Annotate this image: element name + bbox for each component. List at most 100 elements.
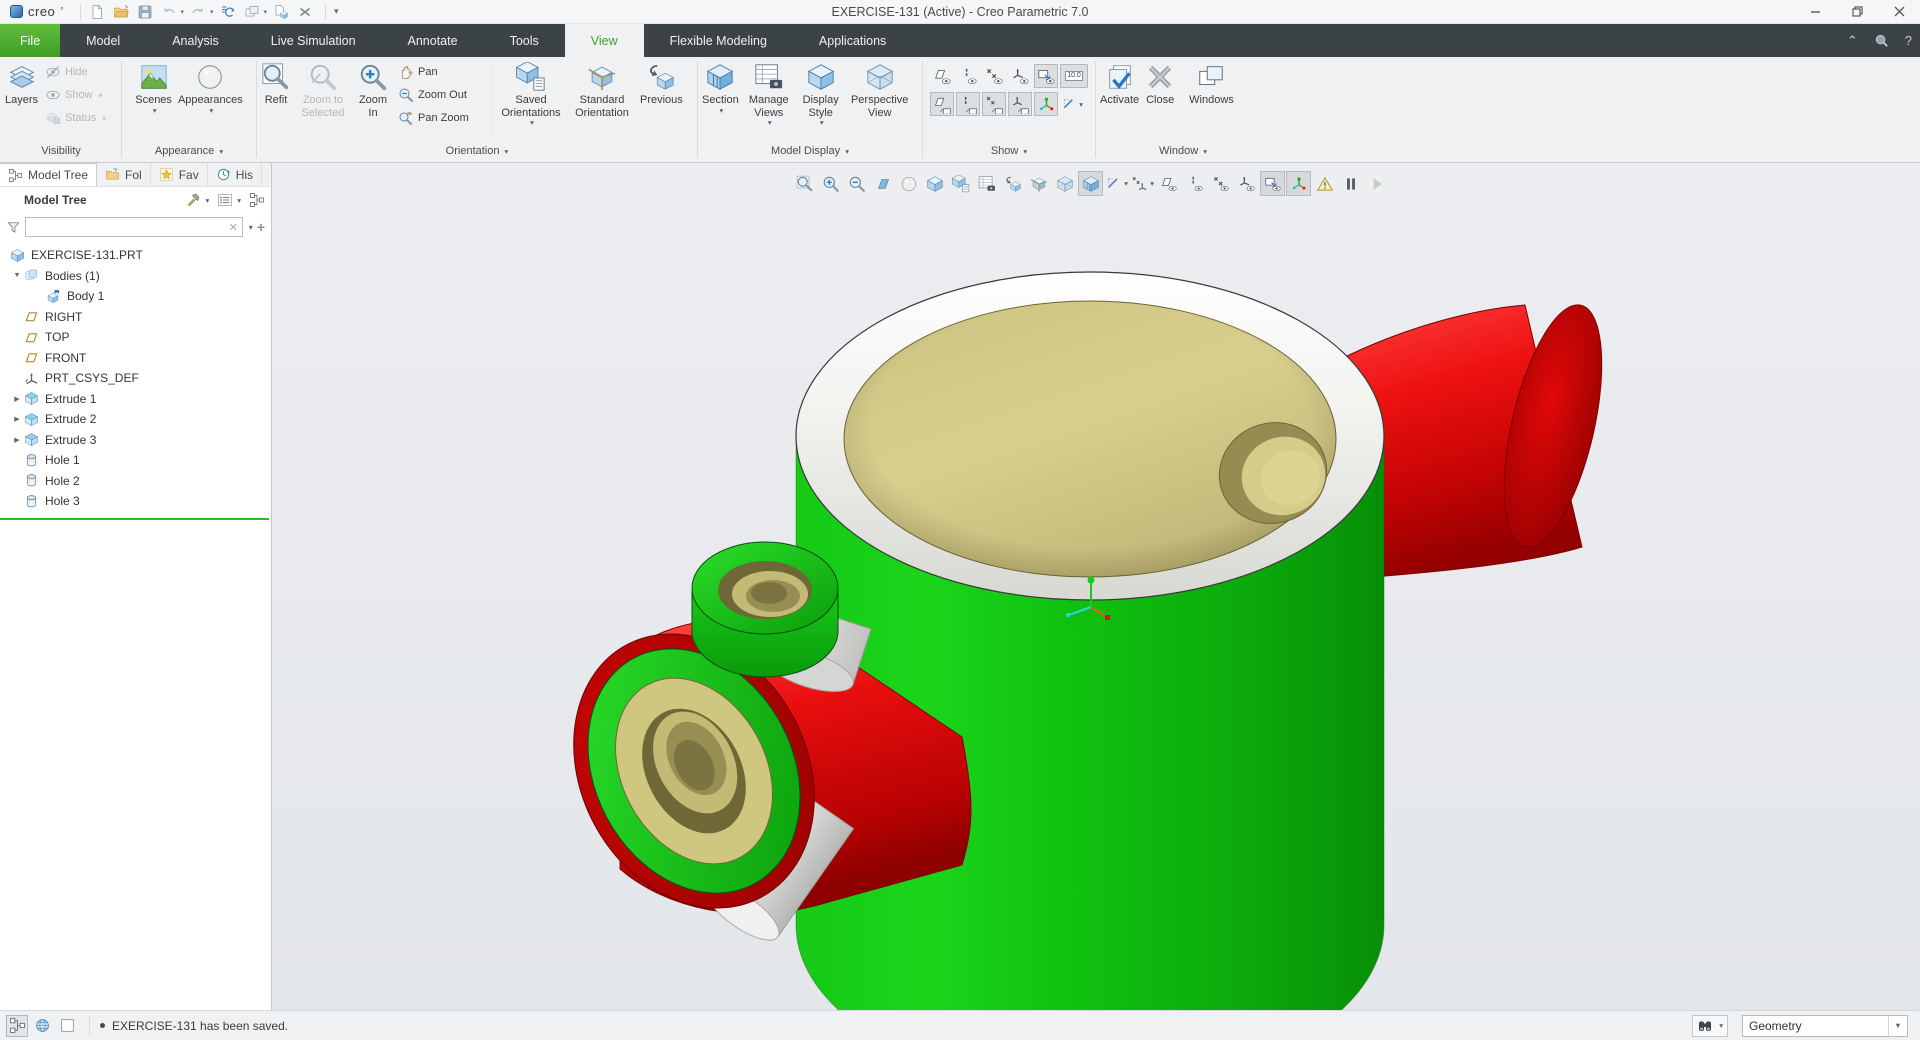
plane-display-toggle[interactable] — [1156, 171, 1181, 196]
tree-item-body1[interactable]: Body 1 — [0, 286, 271, 307]
group-label-appearance[interactable]: Appearance ▾ — [123, 145, 255, 162]
toggle-navigator-button[interactable] — [6, 1014, 28, 1037]
plane-tag-display-toggle[interactable] — [930, 92, 954, 116]
display-style-button[interactable] — [922, 171, 947, 196]
expand-icon[interactable]: ▶ — [10, 395, 24, 403]
note-display-toggle[interactable] — [1260, 171, 1285, 196]
plane-display-toggle[interactable] — [930, 64, 954, 88]
layers-button[interactable]: Layers — [2, 60, 41, 145]
tree-item-front-plane[interactable]: FRONT — [0, 348, 271, 369]
pause-button[interactable] — [1338, 171, 1363, 196]
redo-dropdown-arrow-icon[interactable]: ▾ — [210, 8, 214, 16]
zoom-out-button[interactable]: Zoom Out — [398, 85, 486, 105]
view-manager-button[interactable] — [974, 171, 999, 196]
tab-tools[interactable]: Tools — [484, 24, 565, 57]
tab-analysis[interactable]: Analysis — [146, 24, 245, 57]
status-button[interactable]: Status ▾ — [45, 108, 106, 128]
repaint-button[interactable] — [870, 171, 895, 196]
command-search-icon[interactable] — [1874, 33, 1889, 48]
creo-logo[interactable]: creo ° — [0, 4, 74, 19]
note-display-toggle[interactable] — [1034, 64, 1058, 88]
datum-display-filters-button[interactable]: ▾ — [1104, 171, 1129, 196]
window-dropdown-arrow-icon[interactable]: ▾ — [264, 8, 268, 16]
refit-button[interactable]: Refit — [258, 60, 294, 145]
saved-orientations-button[interactable]: Saved Orientations ▾ — [495, 60, 567, 145]
filter-funnel-icon[interactable] — [6, 220, 21, 235]
selection-filter-arrow[interactable]: ▼ — [1888, 1015, 1907, 1036]
perspective-button[interactable] — [1052, 171, 1077, 196]
tree-item-csys[interactable]: PRT_CSYS_DEF — [0, 368, 271, 389]
search-tool-button[interactable]: ▾ — [1692, 1014, 1728, 1037]
group-label-window[interactable]: Window ▾ — [1097, 145, 1269, 162]
dim-display-toggle[interactable]: 10.0 — [1060, 64, 1088, 88]
simulation-advisor-button[interactable] — [1312, 171, 1337, 196]
close-window-button[interactable] — [295, 2, 315, 22]
window-switch-button[interactable] — [242, 2, 262, 22]
hide-button[interactable]: Hide — [45, 62, 106, 82]
close-button[interactable] — [1878, 0, 1920, 23]
zoom-to-selected-button[interactable]: Zoom to Selected — [294, 60, 352, 145]
activate-button[interactable]: Activate — [1097, 60, 1142, 145]
point-display-toggle[interactable] — [1208, 171, 1233, 196]
red-side-cylinder-right[interactable] — [1346, 296, 1621, 579]
group-label-show[interactable]: Show ▾ — [924, 145, 1094, 162]
close-window-button[interactable]: Close — [1142, 60, 1178, 145]
add-filter-icon[interactable]: + — [257, 219, 265, 235]
spin-center-toggle[interactable] — [1286, 171, 1311, 196]
pan-button[interactable]: Pan — [398, 62, 486, 82]
previous-button[interactable]: Previous — [637, 60, 686, 145]
web-browser-button[interactable] — [31, 1015, 53, 1037]
minimize-button[interactable] — [1794, 0, 1836, 23]
point-display-toggle[interactable] — [982, 64, 1006, 88]
tree-settings-button[interactable]: ▾ — [185, 192, 209, 208]
axis-tag-display-toggle[interactable] — [956, 92, 980, 116]
collapse-icon[interactable]: ▼ — [10, 272, 24, 279]
resume-button[interactable] — [1364, 171, 1389, 196]
annotation-filters-button[interactable]: ▾ — [1130, 171, 1155, 196]
scenes-button[interactable]: Scenes ▾ — [132, 60, 175, 145]
axis-display-toggle[interactable] — [1182, 171, 1207, 196]
named-view-button[interactable] — [1000, 171, 1025, 196]
tree-item-top-plane[interactable]: TOP — [0, 327, 271, 348]
standard-orientation-button[interactable]: Standard Orientation — [567, 60, 637, 145]
shading-style-button[interactable] — [896, 171, 921, 196]
tab-model[interactable]: Model — [60, 24, 146, 57]
tab-applications[interactable]: Applications — [793, 24, 912, 57]
csys-display-toggle[interactable] — [1234, 171, 1259, 196]
tab-live-simulation[interactable]: Live Simulation — [245, 24, 382, 57]
tree-item-hole1[interactable]: Hole 1 — [0, 450, 271, 471]
zoom-in-button[interactable] — [818, 171, 843, 196]
redo-button[interactable] — [188, 2, 208, 22]
open-file-button[interactable] — [111, 2, 131, 22]
tab-file[interactable]: File — [0, 24, 61, 57]
clear-search-icon[interactable]: ✕ — [225, 221, 242, 234]
tree-item-bodies[interactable]: ▼ Bodies (1) — [0, 266, 271, 287]
undo-button[interactable] — [159, 2, 179, 22]
tab-history[interactable]: His — [208, 163, 263, 186]
zoom-in-button[interactable]: Zoom In — [352, 60, 394, 145]
selection-filter-combo[interactable]: Geometry ▼ — [1742, 1014, 1908, 1037]
csys-display-toggle[interactable] — [1008, 64, 1032, 88]
previous-view-button[interactable] — [1026, 171, 1051, 196]
insert-indicator[interactable] — [0, 518, 269, 520]
collapse-ribbon-icon[interactable]: ⌃ — [1847, 33, 1858, 49]
perspective-view-button[interactable]: Perspective View — [846, 60, 914, 145]
help-icon[interactable]: ? — [1905, 33, 1912, 48]
refit-button[interactable] — [792, 171, 817, 196]
graphics-area[interactable]: ▾ ▾ — [272, 163, 1920, 1010]
restore-button[interactable] — [1836, 0, 1878, 23]
appearances-button[interactable]: Appearances ▾ — [175, 60, 246, 145]
tree-item-extrude3[interactable]: ▶ Extrude 3 — [0, 430, 271, 451]
3d-model[interactable] — [272, 163, 1920, 1010]
axis-display-toggle[interactable] — [956, 64, 980, 88]
open-in-window-button[interactable] — [271, 2, 291, 22]
section-button[interactable] — [1078, 171, 1103, 196]
tab-model-tree[interactable]: Model Tree — [0, 163, 98, 186]
manage-views-button[interactable]: Manage Views ▾ — [742, 60, 796, 145]
expand-icon[interactable]: ▶ — [10, 415, 24, 423]
section-button[interactable]: Section ▾ — [699, 60, 742, 145]
customize-toolbar-arrow-icon[interactable]: ▾ — [334, 6, 339, 17]
tab-folder-browser[interactable]: Fol — [97, 163, 151, 186]
tree-item-right-plane[interactable]: RIGHT — [0, 307, 271, 328]
tree-item-extrude1[interactable]: ▶ Extrude 1 — [0, 389, 271, 410]
